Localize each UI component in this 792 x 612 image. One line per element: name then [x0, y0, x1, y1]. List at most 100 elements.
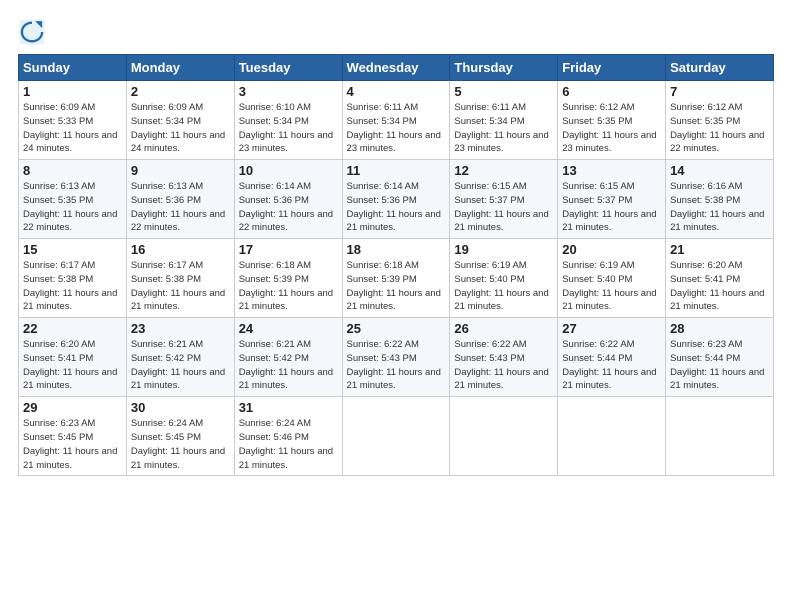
- day-detail: Sunrise: 6:24 AMSunset: 5:46 PMDaylight:…: [239, 417, 338, 472]
- day-detail: Sunrise: 6:17 AMSunset: 5:38 PMDaylight:…: [131, 259, 230, 314]
- calendar-header-friday: Friday: [558, 55, 666, 81]
- day-detail: Sunrise: 6:14 AMSunset: 5:36 PMDaylight:…: [347, 180, 446, 235]
- calendar-cell: 9 Sunrise: 6:13 AMSunset: 5:36 PMDaylight…: [126, 160, 234, 239]
- day-number: 5: [454, 84, 553, 99]
- calendar-week-row: 22 Sunrise: 6:20 AMSunset: 5:41 PMDayligh…: [19, 318, 774, 397]
- day-number: 11: [347, 163, 446, 178]
- calendar-cell: 10 Sunrise: 6:14 AMSunset: 5:36 PMDayligh…: [234, 160, 342, 239]
- page: SundayMondayTuesdayWednesdayThursdayFrid…: [0, 0, 792, 612]
- day-detail: Sunrise: 6:20 AMSunset: 5:41 PMDaylight:…: [23, 338, 122, 393]
- calendar-cell: 24Sunrise: 6:21 AMSunset: 5:42 PMDayligh…: [234, 318, 342, 397]
- day-number: 12: [454, 163, 553, 178]
- calendar-cell: 17 Sunrise: 6:18 AMSunset: 5:39 PMDayligh…: [234, 239, 342, 318]
- day-detail: Sunrise: 6:22 AMSunset: 5:43 PMDaylight:…: [347, 338, 446, 393]
- calendar-header-monday: Monday: [126, 55, 234, 81]
- day-detail: Sunrise: 6:22 AMSunset: 5:43 PMDaylight:…: [454, 338, 553, 393]
- day-detail: Sunrise: 6:13 AMSunset: 5:35 PMDaylight:…: [23, 180, 122, 235]
- day-detail: Sunrise: 6:09 AMSunset: 5:34 PMDaylight:…: [131, 101, 230, 156]
- day-number: 18: [347, 242, 446, 257]
- day-detail: Sunrise: 6:09 AMSunset: 5:33 PMDaylight:…: [23, 101, 122, 156]
- calendar-cell: 31 Sunrise: 6:24 AMSunset: 5:46 PMDayligh…: [234, 397, 342, 476]
- calendar-cell: 21 Sunrise: 6:20 AMSunset: 5:41 PMDayligh…: [666, 239, 774, 318]
- calendar-cell: 13 Sunrise: 6:15 AMSunset: 5:37 PMDayligh…: [558, 160, 666, 239]
- calendar-cell: 28Sunrise: 6:23 AMSunset: 5:44 PMDayligh…: [666, 318, 774, 397]
- day-number: 22: [23, 321, 122, 336]
- calendar-cell: [558, 397, 666, 476]
- day-number: 17: [239, 242, 338, 257]
- day-detail: Sunrise: 6:15 AMSunset: 5:37 PMDaylight:…: [562, 180, 661, 235]
- calendar-cell: 3 Sunrise: 6:10 AMSunset: 5:34 PMDaylight…: [234, 81, 342, 160]
- calendar-cell: 12 Sunrise: 6:15 AMSunset: 5:37 PMDayligh…: [450, 160, 558, 239]
- day-detail: Sunrise: 6:12 AMSunset: 5:35 PMDaylight:…: [562, 101, 661, 156]
- calendar-cell: 20 Sunrise: 6:19 AMSunset: 5:40 PMDayligh…: [558, 239, 666, 318]
- day-number: 21: [670, 242, 769, 257]
- calendar-week-row: 8 Sunrise: 6:13 AMSunset: 5:35 PMDaylight…: [19, 160, 774, 239]
- calendar-cell: [342, 397, 450, 476]
- calendar-week-row: 1 Sunrise: 6:09 AMSunset: 5:33 PMDaylight…: [19, 81, 774, 160]
- day-number: 23: [131, 321, 230, 336]
- day-number: 15: [23, 242, 122, 257]
- day-detail: Sunrise: 6:13 AMSunset: 5:36 PMDaylight:…: [131, 180, 230, 235]
- day-number: 7: [670, 84, 769, 99]
- calendar-cell: 26 Sunrise: 6:22 AMSunset: 5:43 PMDayligh…: [450, 318, 558, 397]
- day-detail: Sunrise: 6:15 AMSunset: 5:37 PMDaylight:…: [454, 180, 553, 235]
- day-number: 4: [347, 84, 446, 99]
- day-number: 2: [131, 84, 230, 99]
- calendar-cell: 1 Sunrise: 6:09 AMSunset: 5:33 PMDaylight…: [19, 81, 127, 160]
- day-detail: Sunrise: 6:14 AMSunset: 5:36 PMDaylight:…: [239, 180, 338, 235]
- day-number: 10: [239, 163, 338, 178]
- calendar-cell: 29Sunrise: 6:23 AMSunset: 5:45 PMDayligh…: [19, 397, 127, 476]
- day-number: 8: [23, 163, 122, 178]
- calendar-cell: 27 Sunrise: 6:22 AMSunset: 5:44 PMDayligh…: [558, 318, 666, 397]
- calendar-cell: 15 Sunrise: 6:17 AMSunset: 5:38 PMDayligh…: [19, 239, 127, 318]
- calendar-header-tuesday: Tuesday: [234, 55, 342, 81]
- day-number: 26: [454, 321, 553, 336]
- day-detail: Sunrise: 6:22 AMSunset: 5:44 PMDaylight:…: [562, 338, 661, 393]
- calendar-table: SundayMondayTuesdayWednesdayThursdayFrid…: [18, 54, 774, 476]
- logo: [18, 18, 50, 46]
- day-number: 9: [131, 163, 230, 178]
- day-detail: Sunrise: 6:12 AMSunset: 5:35 PMDaylight:…: [670, 101, 769, 156]
- day-number: 3: [239, 84, 338, 99]
- day-number: 16: [131, 242, 230, 257]
- calendar-cell: 2 Sunrise: 6:09 AMSunset: 5:34 PMDaylight…: [126, 81, 234, 160]
- day-detail: Sunrise: 6:17 AMSunset: 5:38 PMDaylight:…: [23, 259, 122, 314]
- day-detail: Sunrise: 6:10 AMSunset: 5:34 PMDaylight:…: [239, 101, 338, 156]
- calendar-cell: 11 Sunrise: 6:14 AMSunset: 5:36 PMDayligh…: [342, 160, 450, 239]
- calendar-cell: 23 Sunrise: 6:21 AMSunset: 5:42 PMDayligh…: [126, 318, 234, 397]
- day-number: 14: [670, 163, 769, 178]
- calendar-cell: 18Sunrise: 6:18 AMSunset: 5:39 PMDayligh…: [342, 239, 450, 318]
- day-detail: Sunrise: 6:24 AMSunset: 5:45 PMDaylight:…: [131, 417, 230, 472]
- day-number: 27: [562, 321, 661, 336]
- day-number: 29: [23, 400, 122, 415]
- calendar-cell: 8 Sunrise: 6:13 AMSunset: 5:35 PMDaylight…: [19, 160, 127, 239]
- calendar-cell: 4 Sunrise: 6:11 AMSunset: 5:34 PMDaylight…: [342, 81, 450, 160]
- day-number: 13: [562, 163, 661, 178]
- calendar-cell: 5Sunrise: 6:11 AMSunset: 5:34 PMDaylight…: [450, 81, 558, 160]
- day-detail: Sunrise: 6:20 AMSunset: 5:41 PMDaylight:…: [670, 259, 769, 314]
- day-detail: Sunrise: 6:19 AMSunset: 5:40 PMDaylight:…: [454, 259, 553, 314]
- day-number: 30: [131, 400, 230, 415]
- calendar-header-saturday: Saturday: [666, 55, 774, 81]
- calendar-header-sunday: Sunday: [19, 55, 127, 81]
- day-number: 28: [670, 321, 769, 336]
- calendar-week-row: 29Sunrise: 6:23 AMSunset: 5:45 PMDayligh…: [19, 397, 774, 476]
- logo-icon: [18, 18, 46, 46]
- day-number: 31: [239, 400, 338, 415]
- calendar-header-thursday: Thursday: [450, 55, 558, 81]
- day-detail: Sunrise: 6:19 AMSunset: 5:40 PMDaylight:…: [562, 259, 661, 314]
- calendar-cell: 6Sunrise: 6:12 AMSunset: 5:35 PMDaylight…: [558, 81, 666, 160]
- day-detail: Sunrise: 6:11 AMSunset: 5:34 PMDaylight:…: [347, 101, 446, 156]
- day-number: 1: [23, 84, 122, 99]
- calendar-cell: 25Sunrise: 6:22 AMSunset: 5:43 PMDayligh…: [342, 318, 450, 397]
- day-number: 20: [562, 242, 661, 257]
- calendar-cell: 22 Sunrise: 6:20 AMSunset: 5:41 PMDayligh…: [19, 318, 127, 397]
- calendar-cell: 30 Sunrise: 6:24 AMSunset: 5:45 PMDayligh…: [126, 397, 234, 476]
- header: [18, 18, 774, 46]
- calendar-cell: [450, 397, 558, 476]
- day-detail: Sunrise: 6:21 AMSunset: 5:42 PMDaylight:…: [131, 338, 230, 393]
- day-detail: Sunrise: 6:18 AMSunset: 5:39 PMDaylight:…: [239, 259, 338, 314]
- day-number: 24: [239, 321, 338, 336]
- calendar-cell: 19Sunrise: 6:19 AMSunset: 5:40 PMDayligh…: [450, 239, 558, 318]
- calendar-cell: 16 Sunrise: 6:17 AMSunset: 5:38 PMDayligh…: [126, 239, 234, 318]
